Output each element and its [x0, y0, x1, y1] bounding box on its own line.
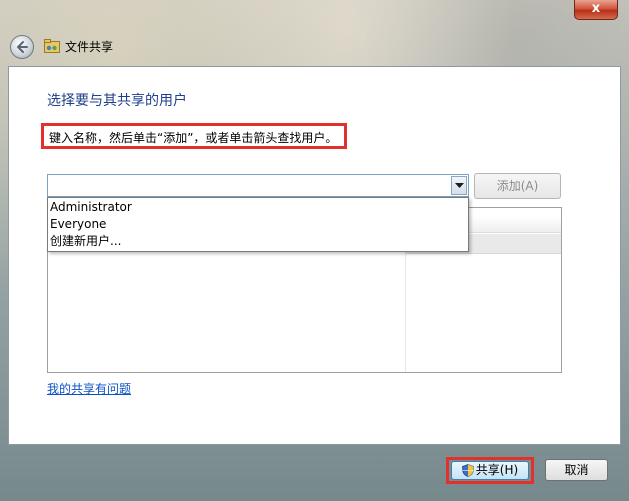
page-heading: 选择要与其共享的用户	[47, 93, 187, 109]
add-button[interactable]: 添加(A)	[474, 173, 561, 199]
share-button-label: 共享(H)	[475, 463, 519, 477]
close-button[interactable]: x	[574, 0, 618, 20]
user-dropdown-list: Administrator Everyone 创建新用户...	[47, 197, 469, 252]
share-highlight: 共享(H)	[446, 457, 534, 484]
user-name-input[interactable]	[48, 175, 448, 196]
content-panel: 选择要与其共享的用户 键入名称，然后单击“添加”，或者单击箭头查找用户。 添加(…	[8, 66, 621, 445]
close-icon: x	[591, 1, 601, 16]
chevron-down-icon	[455, 183, 464, 188]
back-button[interactable]	[10, 35, 34, 59]
back-arrow-icon	[17, 41, 28, 53]
instruction-highlight: 键入名称，然后单击“添加”，或者单击箭头查找用户。	[41, 123, 347, 149]
folder-share-icon	[44, 39, 60, 53]
uac-shield-icon	[461, 464, 474, 477]
cancel-button[interactable]: 取消	[545, 459, 608, 481]
dropdown-arrow-button[interactable]	[451, 176, 467, 195]
window-title: 文件共享	[65, 40, 114, 54]
dropdown-item-administrator[interactable]: Administrator	[50, 199, 132, 216]
user-name-combobox[interactable]	[47, 174, 469, 197]
dropdown-item-everyone[interactable]: Everyone	[50, 216, 106, 233]
instruction-text: 键入名称，然后单击“添加”，或者单击箭头查找用户。	[49, 131, 338, 145]
dropdown-item-create-new-user[interactable]: 创建新用户...	[50, 233, 121, 250]
sharing-help-link[interactable]: 我的共享有问题	[47, 380, 131, 397]
share-button[interactable]: 共享(H)	[451, 461, 529, 480]
